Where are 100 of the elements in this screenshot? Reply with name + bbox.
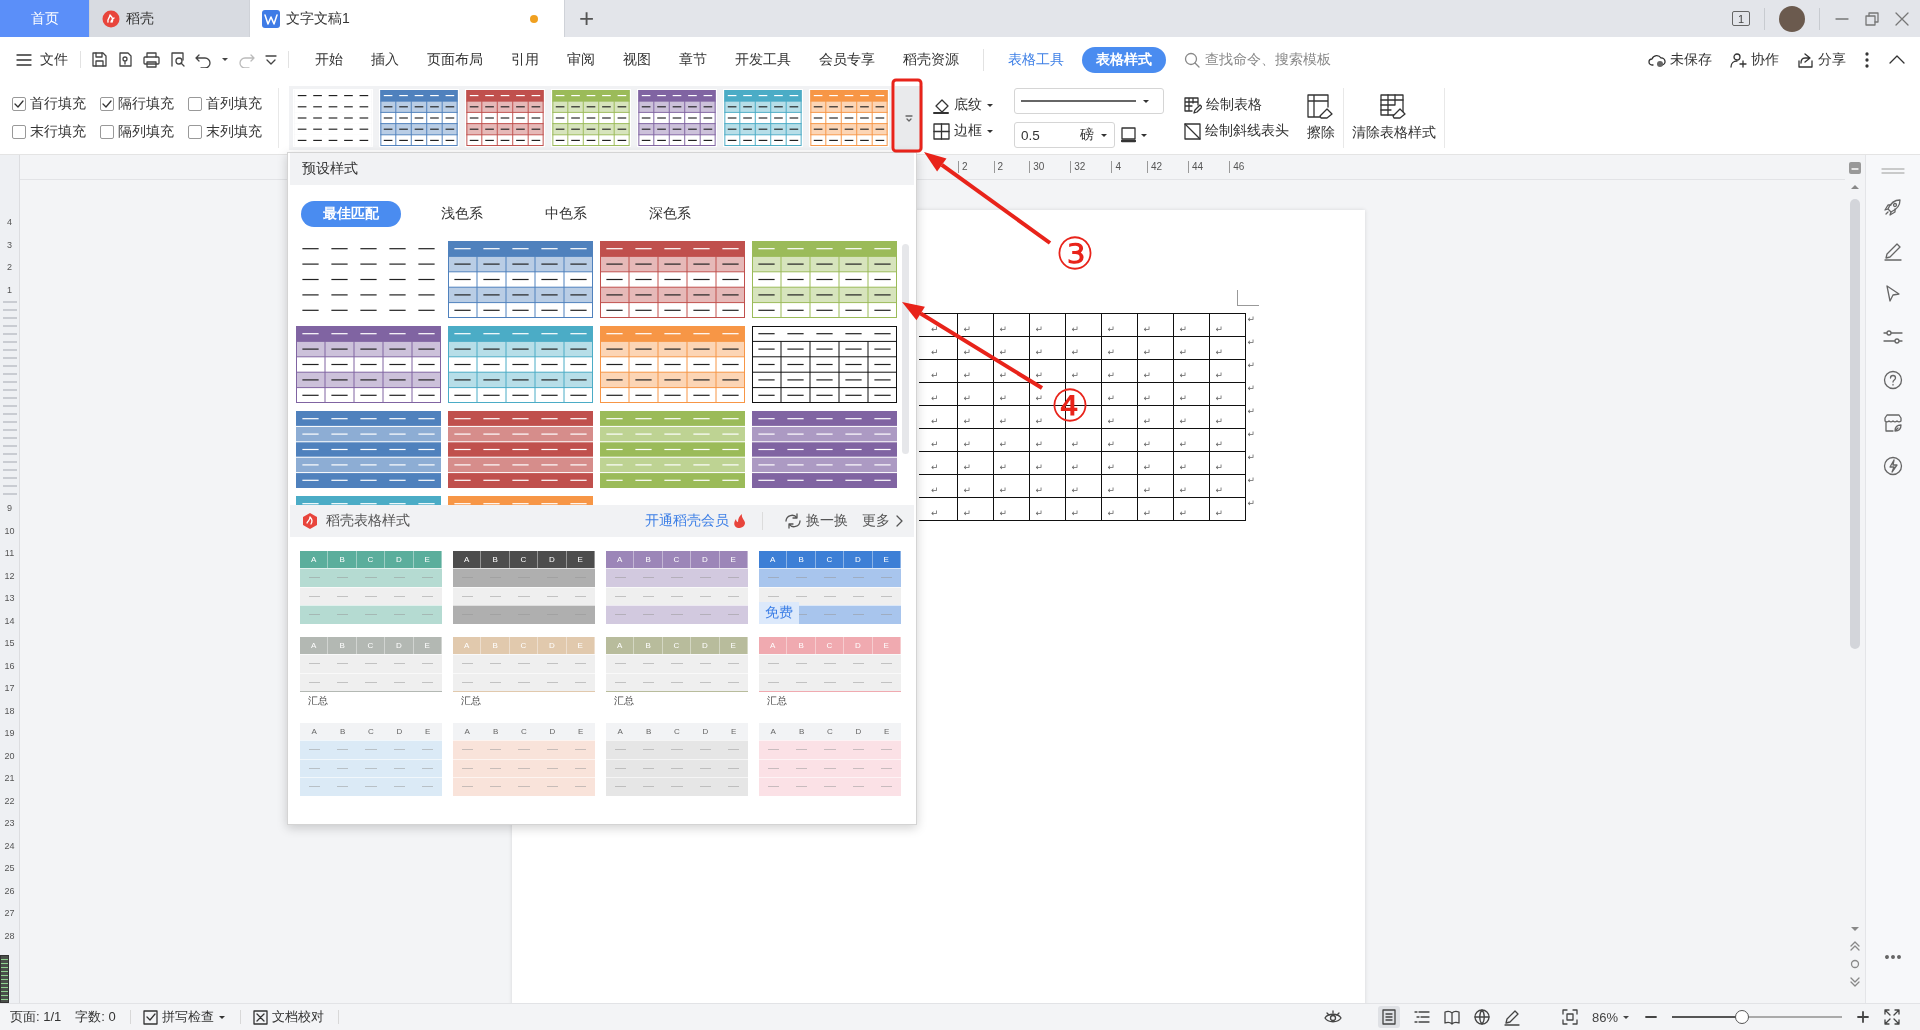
template-thumbnail[interactable]: A B C D E: [300, 723, 442, 796]
ribbon-tab[interactable]: 表格样式: [1082, 46, 1166, 73]
table-cell[interactable]: ↵: [1065, 359, 1101, 383]
table-cell[interactable]: ↵: [1209, 359, 1245, 383]
table-cell[interactable]: ↵: [1137, 313, 1173, 337]
table-cell[interactable]: ↵: [1101, 428, 1137, 452]
expand-gallery-button[interactable]: [895, 86, 923, 150]
table-cell[interactable]: ↵: [1101, 474, 1137, 498]
shading-button[interactable]: 底纹: [933, 96, 994, 114]
globe-icon[interactable]: [1473, 1009, 1490, 1025]
table-style-thumbnail[interactable]: [448, 241, 593, 318]
spell-check-button[interactable]: 拼写检查: [142, 1008, 226, 1026]
checkbox[interactable]: 隔行填充: [100, 95, 188, 113]
menu-tab[interactable]: 开始: [301, 50, 357, 69]
next-page-icon[interactable]: [1850, 977, 1860, 987]
table-style-thumbnail[interactable]: [752, 411, 897, 488]
table-cell[interactable]: ↵: [919, 474, 957, 498]
close-icon[interactable]: [1894, 10, 1910, 27]
table-style-thumbnail[interactable]: [809, 89, 889, 147]
table-cell[interactable]: ↵: [1209, 428, 1245, 452]
template-thumbnail[interactable]: A B C D E: [606, 723, 748, 796]
table-cell[interactable]: ↵: [1209, 313, 1245, 337]
toolbar-button[interactable]: 绘制斜线表头: [1184, 122, 1289, 140]
table-cell[interactable]: ↵: [919, 497, 957, 521]
table-cell[interactable]: ↵: [1101, 359, 1137, 383]
table-cell[interactable]: ↵: [1173, 313, 1209, 337]
scrollbar-thumb[interactable]: [1850, 199, 1860, 649]
template-thumbnail[interactable]: A B C D E: [759, 723, 901, 796]
table-cell[interactable]: ↵: [1173, 497, 1209, 521]
table-cell[interactable]: ↵: [919, 359, 957, 383]
outline-view-icon[interactable]: [1413, 1009, 1430, 1025]
table-style-thumbnail[interactable]: [448, 326, 593, 403]
table-style-thumbnail[interactable]: [723, 89, 803, 147]
table-cell[interactable]: ↵: [1101, 336, 1137, 360]
fit-page-icon[interactable]: [1561, 1009, 1578, 1025]
window-count-button[interactable]: 1: [1732, 11, 1750, 26]
upgrade-link[interactable]: 开通稻壳会员: [645, 512, 746, 530]
table-cell[interactable]: ↵: [993, 451, 1029, 475]
toolbar-button[interactable]: 未保存: [1648, 50, 1712, 69]
menu-tab[interactable]: 视图: [609, 50, 665, 69]
docer-tab[interactable]: 稻壳: [90, 0, 250, 37]
menu-tab[interactable]: 会员专享: [805, 50, 889, 69]
table-cell[interactable]: ↵: [1101, 313, 1137, 337]
borders-button[interactable]: 边框: [933, 122, 994, 140]
table-cell[interactable]: ↵: [1209, 451, 1245, 475]
table-cell[interactable]: ↵: [957, 451, 993, 475]
table-cell[interactable]: ↵: [1065, 451, 1101, 475]
table-cell[interactable]: ↵: [1065, 428, 1101, 452]
table-cell[interactable]: ↵: [1209, 497, 1245, 521]
menu-tab[interactable]: 插入: [357, 50, 413, 69]
table-cell[interactable]: ↵: [1029, 336, 1065, 360]
avatar[interactable]: [1779, 5, 1805, 32]
drag-handle-icon[interactable]: [1881, 167, 1905, 175]
caret-icon[interactable]: [986, 101, 994, 109]
table-style-thumbnail[interactable]: [448, 411, 593, 488]
table-cell[interactable]: ↵: [1209, 474, 1245, 498]
table-cell[interactable]: ↵: [1029, 428, 1065, 452]
checkbox[interactable]: 首行填充: [12, 95, 100, 113]
table-cell[interactable]: ↵: [1029, 313, 1065, 337]
template-thumbnail[interactable]: A B C D E: [453, 551, 595, 624]
filter-tab[interactable]: 中色系: [523, 200, 609, 227]
zoom-in-icon[interactable]: [1856, 1010, 1870, 1024]
table-cell[interactable]: ↵: [1137, 497, 1173, 521]
table-cell[interactable]: ↵: [1173, 451, 1209, 475]
table-cell[interactable]: ↵: [1137, 451, 1173, 475]
menu-tab[interactable]: 开发工具: [721, 50, 805, 69]
print-icon[interactable]: [143, 51, 160, 68]
table-style-thumbnail[interactable]: [296, 326, 441, 403]
table-cell[interactable]: ↵: [993, 382, 1029, 406]
table-cell[interactable]: ↵: [1101, 382, 1137, 406]
caret-icon[interactable]: [986, 127, 994, 135]
table-cell[interactable]: ↵: [1173, 405, 1209, 429]
table-cell[interactable]: ↵: [1209, 336, 1245, 360]
more-icon[interactable]: [1864, 51, 1870, 68]
menu-tab[interactable]: 章节: [665, 50, 721, 69]
table-cell[interactable]: ↵: [1101, 451, 1137, 475]
toolbar-button[interactable]: 分享: [1797, 50, 1846, 69]
print-preview-icon[interactable]: [169, 51, 186, 68]
book-icon[interactable]: [1443, 1009, 1460, 1025]
lightning-icon[interactable]: [1883, 456, 1903, 476]
toolbar-button[interactable]: 擦除: [1299, 94, 1343, 142]
table-cell[interactable]: ↵: [1173, 428, 1209, 452]
table-cell[interactable]: ↵: [1029, 474, 1065, 498]
table-style-thumbnail[interactable]: [637, 89, 717, 147]
refresh-button[interactable]: 换一换: [785, 512, 848, 530]
menu-tab[interactable]: 稻壳资源: [889, 50, 973, 69]
more-caret-icon[interactable]: [264, 52, 278, 67]
table-style-thumbnail[interactable]: [752, 241, 897, 318]
table-cell[interactable]: ↵: [1137, 405, 1173, 429]
ribbon-tab[interactable]: 表格工具: [994, 46, 1078, 73]
table-cell[interactable]: ↵: [919, 451, 957, 475]
select-browse-icon[interactable]: [1850, 959, 1860, 969]
scroll-up-icon[interactable]: [1850, 183, 1860, 191]
new-tab-button[interactable]: +: [565, 0, 609, 37]
table-cell[interactable]: ↵: [1209, 405, 1245, 429]
previous-page-icon[interactable]: [1850, 941, 1860, 951]
table-cell[interactable]: ↵: [1065, 336, 1101, 360]
ruler-toggle-icon[interactable]: [1848, 161, 1862, 175]
table-cell[interactable]: ↵: [1029, 451, 1065, 475]
menu-tab[interactable]: 引用: [497, 50, 553, 69]
